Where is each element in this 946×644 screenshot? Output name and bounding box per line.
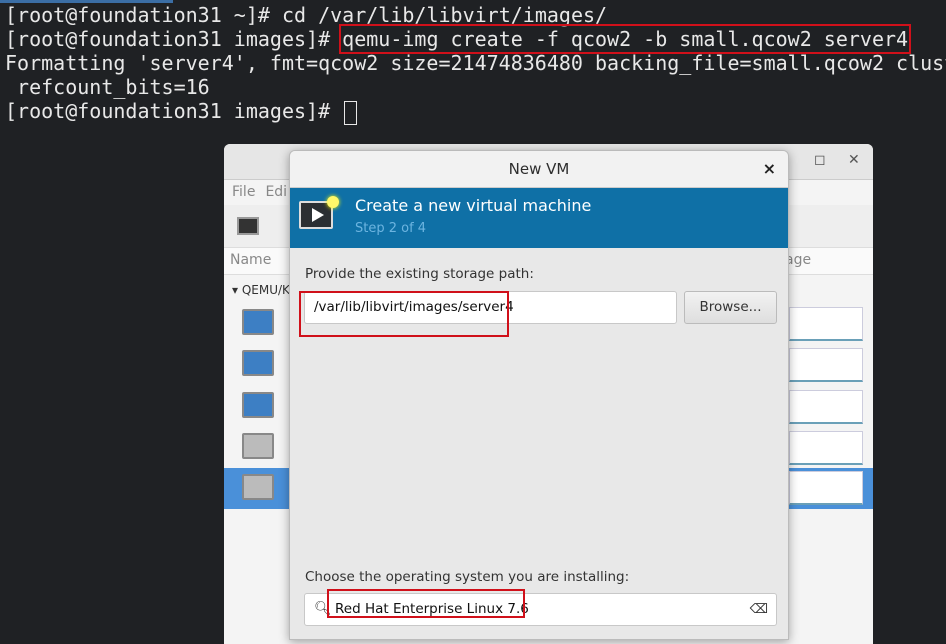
usage-graph	[789, 390, 863, 424]
connection-label: QEMU/K	[241, 283, 290, 297]
vm-running-icon	[242, 309, 274, 335]
os-label: Choose the operating system you are inst…	[305, 569, 630, 585]
browse-button[interactable]: Browse...	[684, 291, 777, 324]
highlighted-command: qemu-img create -f qcow2 -b small.qcow2 …	[339, 24, 912, 54]
dialog-title-bar: New VM ×	[290, 151, 788, 188]
terminal-line: [root@foundation31 images]#	[5, 99, 946, 125]
maximize-icon[interactable]: ◻	[814, 152, 826, 168]
column-name[interactable]: Name	[230, 252, 271, 268]
clear-icon[interactable]: ⌫	[750, 594, 768, 625]
highlight-box	[327, 589, 525, 618]
vm-running-icon	[242, 392, 274, 418]
usage-graph	[789, 471, 863, 505]
prompt: [root@foundation31 ~]#	[5, 3, 282, 27]
menu-file[interactable]: File	[232, 184, 255, 200]
banner-title: Create a new virtual machine	[355, 196, 592, 215]
prompt: [root@foundation31 images]#	[5, 99, 343, 123]
vm-shutoff-icon	[242, 474, 274, 500]
menu-edit[interactable]: Edi	[265, 184, 287, 200]
terminal-line: [root@foundation31 images]# qemu-img cre…	[5, 24, 946, 54]
vm-shutoff-icon	[242, 433, 274, 459]
prompt: [root@foundation31 images]#	[5, 27, 343, 51]
vm-running-icon	[242, 350, 274, 376]
terminal-line: Formatting 'server4', fmt=qcow2 size=214…	[5, 51, 946, 75]
usage-graph	[789, 348, 863, 382]
new-vm-icon[interactable]	[237, 217, 259, 235]
usage-graph	[789, 431, 863, 465]
new-star-icon	[327, 196, 339, 208]
terminal-line: [root@foundation31 ~]# cd /var/lib/libvi…	[5, 3, 946, 27]
close-icon[interactable]: ✕	[848, 152, 860, 168]
dialog-title: New VM	[508, 160, 570, 178]
new-vm-dialog: New VM × Create a new virtual machine St…	[289, 150, 789, 640]
terminal-cursor	[344, 100, 358, 125]
step-indicator: Step 2 of 4	[355, 221, 427, 236]
terminal-output[interactable]: [root@foundation31 ~]# cd /var/lib/libvi…	[5, 3, 946, 125]
usage-graph	[789, 307, 863, 341]
highlight-box	[299, 291, 509, 337]
command: cd /var/lib/libvirt/images/	[281, 3, 608, 27]
terminal-line: refcount_bits=16	[5, 75, 210, 99]
connection-group[interactable]: ▾ QEMU/K	[232, 283, 290, 297]
wizard-banner: Create a new virtual machine Step 2 of 4	[290, 188, 788, 248]
storage-path-label: Provide the existing storage path:	[305, 266, 534, 282]
close-icon[interactable]: ×	[763, 151, 776, 187]
